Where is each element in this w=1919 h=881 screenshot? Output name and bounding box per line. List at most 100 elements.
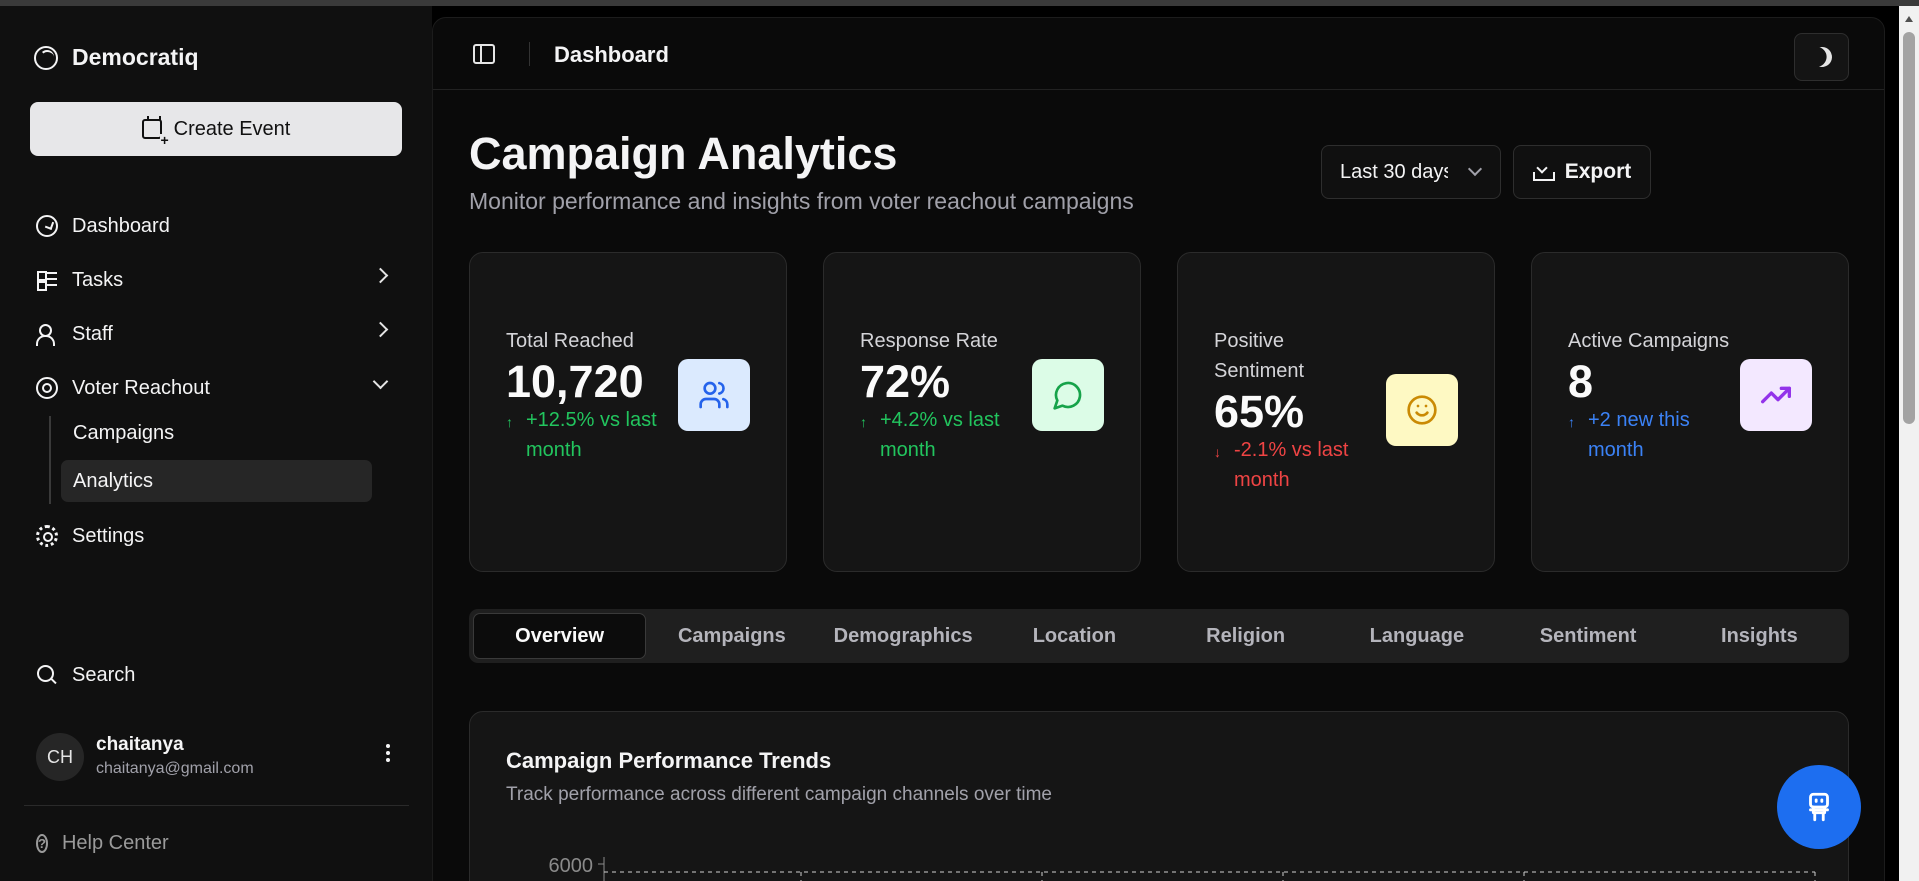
sidebar-item-label: Staff — [72, 322, 113, 345]
header-divider — [529, 42, 530, 66]
stat-trend-text: +2 new this month — [1588, 409, 1690, 461]
search-icon — [36, 664, 58, 686]
sidebar-item-label: Settings — [72, 524, 145, 547]
brand-name: Democratiq — [72, 44, 199, 70]
users-icon — [699, 381, 729, 409]
analytics-tabs: Overview Campaigns Demographics Location… — [469, 609, 1849, 663]
user-profile[interactable]: CH chaitanya chaitanya@gmail.com — [36, 731, 402, 785]
stat-label: Response Rate — [860, 330, 998, 352]
trend-arrow-up-icon: ↑ — [1568, 414, 1575, 430]
stat-value: 8 — [1568, 356, 1594, 407]
date-range-value: Last 30 days — [1340, 160, 1448, 183]
export-label: Export — [1564, 160, 1632, 183]
sidebar-item-label: Dashboard — [72, 214, 170, 237]
export-button[interactable]: Export — [1513, 145, 1651, 199]
sidebar-item-tasks[interactable]: Tasks — [30, 258, 402, 302]
stat-icon-box — [1740, 359, 1812, 431]
page-scrollbar[interactable] — [1899, 6, 1919, 881]
performance-trends-card: Campaign Performance Trends Track perfor… — [469, 711, 1849, 881]
assistant-bot-button[interactable] — [1777, 765, 1861, 849]
sidebar-item-label: Tasks — [72, 268, 124, 291]
sidebar-item-staff[interactable]: Staff — [30, 312, 402, 356]
chevron-down-icon — [372, 373, 389, 390]
gear-icon — [36, 525, 58, 547]
stat-trend: ↑ +2 new this month — [1568, 405, 1738, 465]
chevron-right-icon — [372, 321, 389, 338]
sidebar-item-settings[interactable]: Settings — [30, 514, 402, 558]
message-icon — [1053, 381, 1082, 410]
create-event-button[interactable]: Create Event — [30, 102, 402, 156]
theme-toggle-button[interactable] — [1794, 33, 1849, 81]
tab-sentiment[interactable]: Sentiment — [1503, 613, 1674, 659]
brand[interactable]: Democratiq — [34, 44, 199, 71]
tab-insights[interactable]: Insights — [1674, 613, 1845, 659]
trend-arrow-up-icon: ↑ — [860, 414, 867, 430]
tab-language[interactable]: Language — [1331, 613, 1502, 659]
dashboard-icon — [36, 215, 58, 237]
stat-card-total-reached: Total Reached 10,720 ↑ +12.5% vs last mo… — [469, 252, 787, 572]
tab-campaigns[interactable]: Campaigns — [646, 613, 817, 659]
tab-location[interactable]: Location — [989, 613, 1160, 659]
smile-icon — [1407, 395, 1437, 425]
stat-card-response-rate: Response Rate 72% ↑ +4.2% vs last month — [823, 252, 1141, 572]
stat-label: Active Campaigns — [1568, 330, 1730, 352]
submenu-guide-line — [49, 416, 51, 504]
download-icon — [1532, 163, 1555, 181]
stat-label: Positive Sentiment — [1214, 330, 1305, 382]
tasks-icon — [36, 269, 58, 291]
stat-trend-text: +4.2% vs last month — [880, 409, 1000, 461]
stat-card-positive-sentiment: Positive Sentiment 65% ↓ -2.1% vs last m… — [1177, 252, 1495, 572]
search-label: Search — [72, 663, 136, 686]
sidebar: Democratiq Create Event Dashboard Tasks … — [0, 6, 432, 881]
staff-icon — [36, 323, 58, 346]
sidebar-search[interactable]: Search — [30, 653, 402, 697]
page-title: Campaign Analytics — [469, 128, 898, 179]
user-name: chaitanya — [96, 734, 184, 755]
help-circle-icon: ? — [36, 833, 48, 853]
trend-arrow-up-icon: ↑ — [506, 414, 513, 430]
avatar: CH — [36, 733, 84, 781]
create-event-label: Create Event — [173, 117, 291, 140]
header-title: Dashboard — [554, 42, 669, 67]
stat-label: Total Reached — [506, 330, 634, 352]
trend-arrow-down-icon: ↓ — [1214, 444, 1221, 460]
help-center-link[interactable]: ? Help Center — [30, 821, 169, 865]
tab-overview[interactable]: Overview — [473, 613, 647, 659]
brand-logo-icon — [34, 45, 58, 70]
stat-trend: ↑ +12.5% vs last month — [506, 405, 676, 465]
stat-trend: ↑ +4.2% vs last month — [860, 405, 1030, 465]
sidebar-toggle-icon[interactable] — [473, 44, 495, 64]
stat-icon-box — [1386, 374, 1458, 446]
sidebar-subitem-analytics[interactable]: Analytics — [61, 460, 372, 502]
y-tick-label: 6000 — [549, 855, 594, 877]
chevron-right-icon — [372, 267, 389, 284]
page-subtitle: Monitor performance and insights from vo… — [469, 188, 1134, 214]
scrollbar-thumb[interactable] — [1903, 32, 1915, 424]
sidebar-subitem-campaigns[interactable]: Campaigns — [61, 412, 372, 454]
stat-trend-text: +12.5% vs last month — [526, 409, 657, 461]
date-range-select[interactable]: Last 30 days — [1321, 145, 1501, 199]
bot-icon — [1809, 792, 1829, 822]
stat-value: 10,720 — [506, 356, 644, 407]
scroll-up-arrow-icon[interactable] — [1905, 16, 1913, 22]
user-email: chaitanya@gmail.com — [96, 760, 254, 777]
top-header: Dashboard — [433, 18, 1884, 90]
tab-religion[interactable]: Religion — [1160, 613, 1331, 659]
tab-demographics[interactable]: Demographics — [818, 613, 989, 659]
help-center-label: Help Center — [61, 831, 169, 854]
sidebar-divider — [24, 805, 409, 806]
chevron-down-icon — [1467, 161, 1483, 177]
main-panel: Dashboard Campaign Analytics Monitor per… — [432, 17, 1885, 881]
sidebar-item-label: Voter Reachout — [72, 376, 210, 399]
target-icon — [36, 377, 58, 399]
sidebar-item-dashboard[interactable]: Dashboard — [30, 204, 402, 248]
stat-trend-text: -2.1% vs last month — [1234, 439, 1349, 491]
stat-value: 72% — [860, 356, 951, 407]
sidebar-item-voter-reachout[interactable]: Voter Reachout — [30, 366, 402, 410]
stat-trend: ↓ -2.1% vs last month — [1214, 435, 1384, 495]
stat-card-active-campaigns: Active Campaigns 8 ↑ +2 new this month — [1531, 252, 1849, 572]
trending-up-icon — [1761, 386, 1791, 404]
chart-plot-area: 6000 — [549, 855, 1816, 881]
more-options-icon[interactable] — [386, 744, 390, 748]
stat-icon-box — [1032, 359, 1104, 431]
